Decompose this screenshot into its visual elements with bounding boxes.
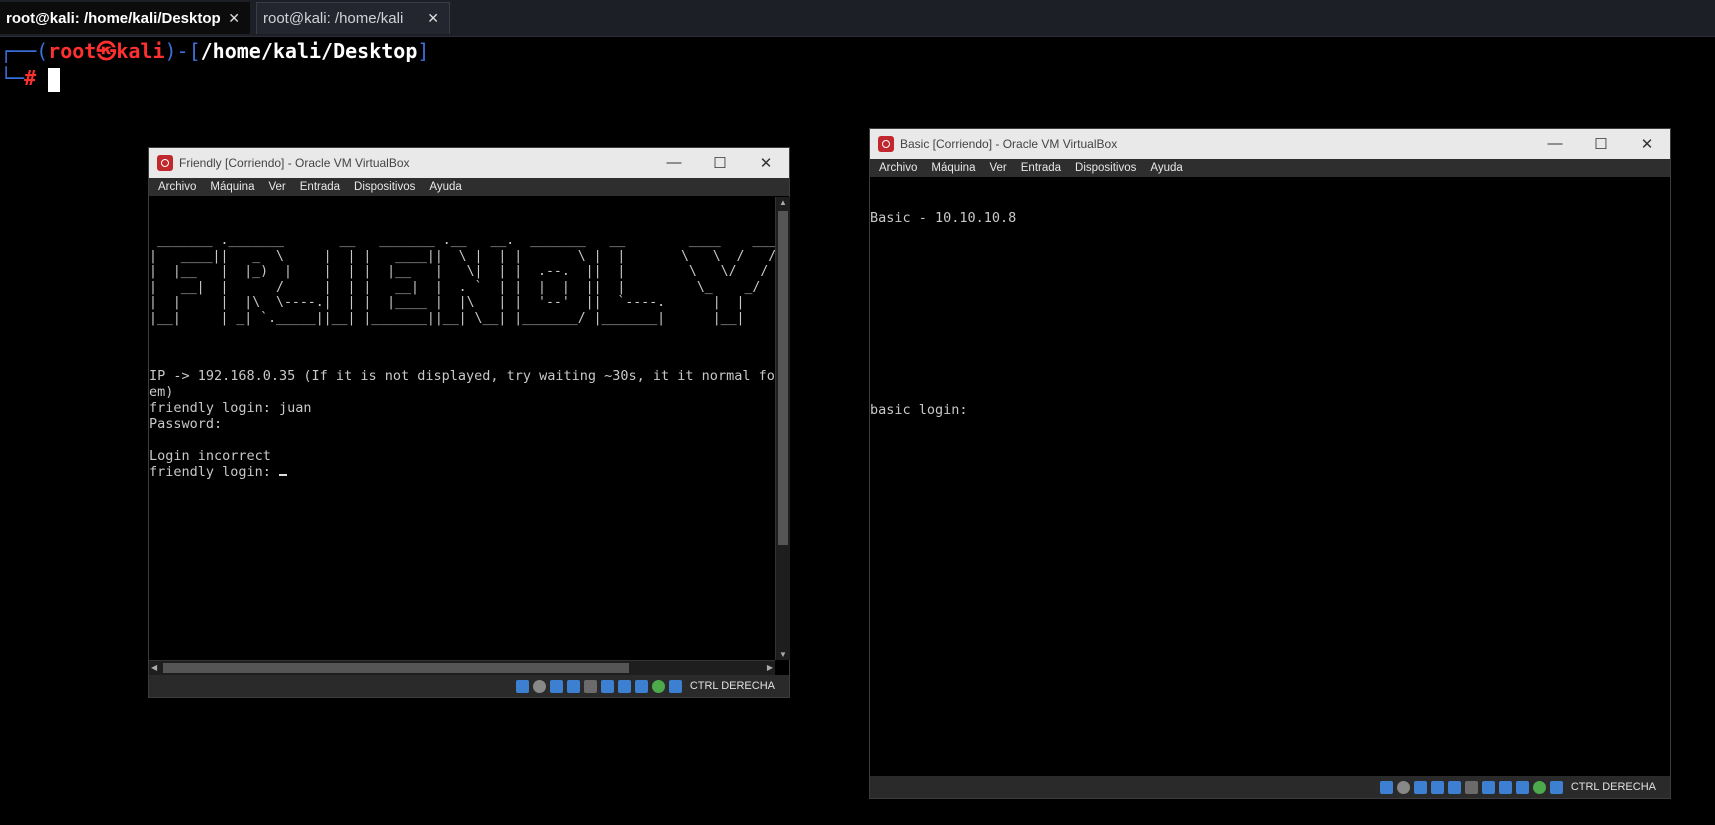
window-title: Friendly [Corriendo] - Oracle VM Virtual…: [179, 156, 410, 170]
horizontal-scrollbar[interactable]: ◀ ▶: [149, 660, 775, 675]
menu-dispositivos[interactable]: Dispositivos: [349, 181, 420, 193]
tab-label: root@kali: /home/kali: [263, 10, 404, 27]
audio-icon[interactable]: [1413, 780, 1427, 794]
vm-menubar: Archivo Máquina Ver Entrada Dispositivos…: [870, 159, 1670, 177]
close-icon[interactable]: ✕: [1624, 135, 1670, 153]
menu-archivo[interactable]: Archivo: [874, 162, 922, 174]
menu-ayuda[interactable]: Ayuda: [1145, 162, 1187, 174]
menu-entrada[interactable]: Entrada: [295, 181, 345, 193]
cpu-icon[interactable]: [1532, 780, 1546, 794]
vertical-scrollbar[interactable]: ▲ ▼: [775, 197, 790, 660]
scroll-down-icon[interactable]: ▼: [779, 650, 787, 659]
password-line: Password:: [149, 416, 223, 432]
vm-screen[interactable]: _______ ._______ __ _______ .__ __. ____…: [149, 197, 775, 660]
menu-entrada[interactable]: Entrada: [1016, 162, 1066, 174]
scroll-left-icon[interactable]: ◀: [151, 663, 157, 672]
prompt-path: /home/kali/Desktop: [200, 39, 418, 63]
shell-prompt[interactable]: ┌──(root㉿kali)-[/home/kali/Desktop] └─#: [0, 38, 429, 92]
login-incorrect: Login incorrect: [149, 448, 271, 464]
friendly-vm-window[interactable]: Friendly [Corriendo] - Oracle VM Virtual…: [148, 147, 790, 698]
scrollbar-thumb[interactable]: [163, 663, 629, 673]
recording-icon[interactable]: [1515, 780, 1529, 794]
hard-disk-icon[interactable]: [1379, 780, 1393, 794]
login-prompt: basic login:: [870, 402, 968, 418]
virtualbox-icon: [878, 136, 894, 152]
shared-folders-icon[interactable]: [1464, 780, 1478, 794]
vm-menubar: Archivo Máquina Ver Entrada Dispositivos…: [149, 178, 789, 196]
login-prompt: friendly login:: [149, 464, 280, 480]
close-icon[interactable]: ✕: [228, 10, 240, 27]
menu-ver[interactable]: Ver: [984, 162, 1011, 174]
minimize-icon[interactable]: —: [1532, 135, 1578, 153]
host-key-label: CTRL DERECHA: [689, 680, 775, 692]
menu-ver[interactable]: Ver: [263, 181, 290, 193]
tab-desktop[interactable]: root@kali: /home/kali/Desktop ✕: [0, 2, 250, 34]
vm-statusbar: CTRL DERECHA: [870, 776, 1670, 798]
virtualbox-icon: [157, 155, 173, 171]
cpu-icon[interactable]: [651, 679, 665, 693]
tab-label: root@kali: /home/kali/Desktop: [6, 9, 221, 27]
prompt-suffix: ]: [417, 39, 430, 63]
display-icon[interactable]: [600, 679, 614, 693]
ip-line-wrap: em): [149, 384, 174, 400]
hard-disk-icon[interactable]: [515, 679, 529, 693]
optical-drive-icon[interactable]: [532, 679, 546, 693]
usb-icon[interactable]: [1447, 780, 1461, 794]
window-titlebar[interactable]: Friendly [Corriendo] - Oracle VM Virtual…: [149, 148, 789, 178]
vm-statusbar: CTRL DERECHA: [149, 675, 789, 697]
ip-line: IP -> 192.168.0.35 (If it is not display…: [149, 368, 775, 384]
vm-screen[interactable]: Basic - 10.10.10.8 basic login:: [870, 178, 1670, 777]
minimize-icon[interactable]: —: [651, 154, 697, 172]
tab-kali-home[interactable]: root@kali: /home/kali ✕: [256, 2, 450, 34]
login-line: friendly login: juan: [149, 400, 312, 416]
capture-icon[interactable]: [617, 679, 631, 693]
usb-icon[interactable]: [566, 679, 580, 693]
basic-vm-window[interactable]: Basic [Corriendo] - Oracle VM VirtualBox…: [869, 128, 1671, 799]
scroll-up-icon[interactable]: ▲: [779, 198, 787, 207]
network-icon[interactable]: [549, 679, 563, 693]
display-icon[interactable]: [1481, 780, 1495, 794]
menu-maquina[interactable]: Máquina: [205, 181, 259, 193]
prompt-hash: #: [24, 66, 37, 90]
shared-folders-icon[interactable]: [583, 679, 597, 693]
host-key-label: CTRL DERECHA: [1570, 781, 1656, 793]
scrollbar-thumb[interactable]: [778, 211, 788, 545]
recording-icon[interactable]: [634, 679, 648, 693]
window-title: Basic [Corriendo] - Oracle VM VirtualBox: [900, 137, 1118, 151]
prompt-mid: )-[: [164, 39, 201, 63]
vm-header-line: Basic - 10.10.10.8: [870, 210, 1017, 226]
prompt-line2-prefix: └─: [0, 66, 25, 90]
network-icon[interactable]: [1430, 780, 1444, 794]
close-icon[interactable]: ✕: [743, 154, 789, 172]
scroll-right-icon[interactable]: ▶: [767, 663, 773, 672]
prompt-user: root㉿kali: [48, 39, 165, 63]
mouse-integration-icon[interactable]: [668, 679, 682, 693]
terminal-tab-bar: root@kali: /home/kali/Desktop ✕ root@kal…: [0, 0, 1715, 37]
maximize-icon[interactable]: ☐: [697, 154, 743, 172]
console-cursor: [279, 464, 288, 476]
ascii-banner: _______ ._______ __ _______ .__ __. ____…: [149, 233, 775, 326]
menu-ayuda[interactable]: Ayuda: [424, 181, 466, 193]
menu-dispositivos[interactable]: Dispositivos: [1070, 162, 1141, 174]
close-icon[interactable]: ✕: [427, 10, 439, 27]
mouse-integration-icon[interactable]: [1549, 780, 1563, 794]
menu-archivo[interactable]: Archivo: [153, 181, 201, 193]
maximize-icon[interactable]: ☐: [1578, 135, 1624, 153]
prompt-prefix: ┌──(: [0, 39, 49, 63]
optical-drive-icon[interactable]: [1396, 780, 1410, 794]
terminal-cursor: [48, 67, 61, 92]
menu-maquina[interactable]: Máquina: [926, 162, 980, 174]
capture-icon[interactable]: [1498, 780, 1512, 794]
window-titlebar[interactable]: Basic [Corriendo] - Oracle VM VirtualBox…: [870, 129, 1670, 159]
